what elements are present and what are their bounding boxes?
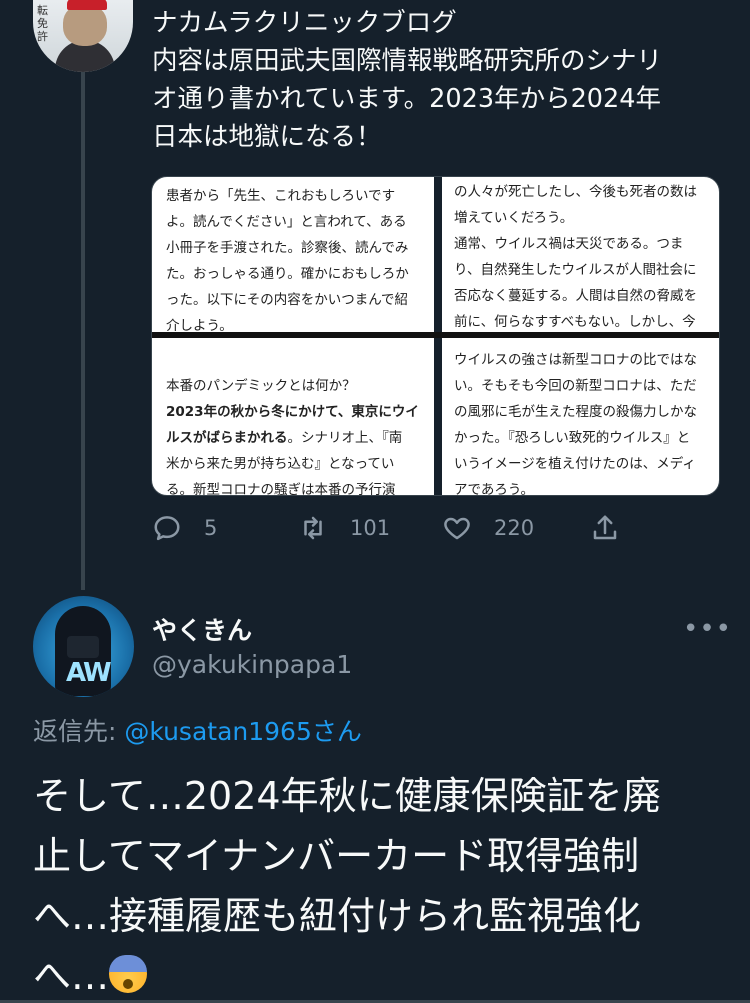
fearful-face-emoji-icon: [109, 955, 148, 993]
reply-prefix: 返信先:: [33, 717, 125, 746]
reply-context: 返信先: @kusatan1965さん: [33, 712, 362, 748]
tweet-text-line: へ…接種履歴も紐付けられ監視強化: [33, 894, 642, 938]
media-text-line: た。おっしゃる通り。確かにおもしろか: [166, 266, 409, 282]
retweet-button[interactable]: 101: [298, 508, 390, 548]
media-text-line: 増えていくだろう。: [454, 210, 574, 226]
mask-shape: [67, 636, 99, 658]
media-text-line: る。新型コロナの騒ぎは本番の予行演: [166, 482, 396, 495]
media-text-line: 小冊子を手渡された。診察後、読んでみ: [166, 240, 409, 256]
mention-link[interactable]: @kusatan1965: [124, 717, 312, 746]
avatar[interactable]: 転免許: [33, 0, 133, 72]
media-bold-text: 2023年の秋から冬にかけて、東京にウイ: [166, 404, 419, 420]
tweet-text-line: 止してマイナンバーカード取得強制: [33, 834, 640, 878]
media-text-line: ウイルスの強さは新型コロナの比ではな: [454, 352, 697, 368]
share-icon: [593, 515, 617, 540]
tweet-actions: 5 101 220: [150, 508, 630, 548]
media-bold-text: ルスがばらまかれる: [166, 430, 288, 446]
media-text-line: り、自然発生したウイルスが人間社会に: [454, 262, 697, 278]
tweet-text: ナカムラクリニックブログ 内容は原田武夫国際情報戦略研究所のシナリ オ通り書かれ…: [152, 4, 732, 156]
heart-icon: [444, 517, 470, 540]
media-text-line: った。以下にその内容をかいつまんで紹: [166, 292, 409, 308]
reply-suffix: さん: [311, 717, 362, 746]
tweet-text-line: 内容は原田武夫国際情報戦略研究所のシナリ: [152, 46, 663, 76]
tweet-text-line: 日本は地獄になる！: [152, 122, 382, 152]
tweet-thread: 転免許 ナカムラクリニックブログ 内容は原田武夫国際情報戦略研究所のシナリ オ通…: [0, 0, 750, 1003]
media-text-line: よ。読んでください」と言われて、ある: [166, 214, 407, 230]
media-panel-bottom-left: 本番のパンデミックとは何か？ 2023年の秋から冬にかけて、東京にウイ ルスがば…: [166, 373, 428, 495]
media-text-line: 患者から「先生、これおもしろいです: [166, 188, 396, 204]
avatar-text: 転免許: [37, 4, 48, 43]
media-text-line: の風邪に毛が生えた程度の殺傷力しかな: [454, 404, 697, 420]
retweet-icon: [304, 516, 322, 540]
media-panel-top-right: の人々が死亡したし、今後も死者の数は 増えていくだろう。 通常、ウイルス禍は天災…: [454, 179, 712, 333]
reply-count: 5: [204, 516, 218, 540]
tweet-text-line: ナカムラクリニックブログ: [152, 8, 457, 38]
thread-connector-line: [81, 70, 85, 590]
media-text-line: 否応なく蔓延する。人間は自然の脅威を: [454, 288, 697, 304]
tweet-text: そして…2024年秋に健康保険証を廃 止してマイナンバーカード取得強制 へ…接種…: [33, 766, 733, 1003]
media-text-line: の人々が死亡したし、今後も死者の数は: [454, 184, 697, 200]
avatar[interactable]: AW: [33, 596, 134, 697]
media-text-line: いうイメージを植え付けたのは、メディ: [454, 456, 696, 472]
media-panel-top-left: 患者から「先生、これおもしろいです よ。読んでください」と言われて、ある 小冊子…: [166, 183, 428, 333]
avatar-logo: AW: [66, 658, 112, 688]
media-text-line: 米から来た男が持ち込む』となってい: [166, 456, 395, 472]
media-text-line: い。そもそも今回の新型コロナは、ただ: [454, 378, 697, 394]
tweet-text-line: そして…2024年秋に健康保険証を廃: [33, 774, 661, 818]
media-panel-bottom-right: ウイルスの強さは新型コロナの比ではな い。そもそも今回の新型コロナは、ただ の風…: [454, 347, 712, 495]
tweet-text-line: オ通り書かれています。2023年から2024年: [152, 84, 661, 114]
hat-icon: [67, 0, 107, 10]
media-text: 。シナリオ上、『南: [287, 430, 403, 446]
media-text-line: アであろう。: [454, 482, 535, 495]
display-name[interactable]: やくきん: [152, 611, 252, 647]
reply-button[interactable]: 5: [152, 508, 217, 548]
media-text-line: 前に、何らなすすべもない。しかし、今: [454, 314, 696, 330]
cat-avatar-icon: [63, 4, 107, 46]
like-count: 220: [494, 516, 535, 540]
media-text-line: かった。『恐ろしい致死的ウイルス』と: [454, 430, 691, 446]
more-options-button[interactable]: •••: [683, 614, 732, 644]
media-text-line: 通常、ウイルス禍は天災である。つま: [454, 236, 684, 252]
retweet-count: 101: [350, 516, 391, 540]
media-text-line: 介しよう。: [166, 318, 233, 333]
share-button[interactable]: [590, 508, 620, 548]
media-text-line: 本番のパンデミックとは何か？: [166, 378, 356, 394]
tweet-media-image[interactable]: 患者から「先生、これおもしろいです よ。読んでください」と言われて、ある 小冊子…: [151, 176, 720, 496]
media-redaction-bar: [152, 332, 719, 338]
user-handle[interactable]: @yakukinpapa1: [152, 650, 352, 679]
like-button[interactable]: 220: [442, 508, 534, 548]
tweet-text-line: へ…: [33, 954, 110, 998]
reply-icon: [154, 516, 180, 541]
